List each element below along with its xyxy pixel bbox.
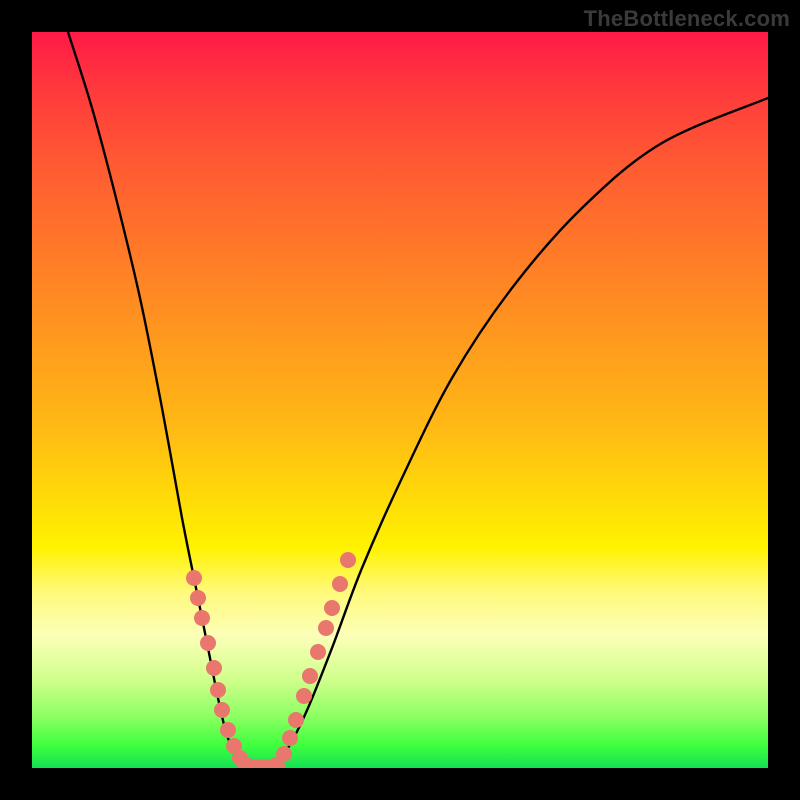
- marker-left-3: [200, 635, 216, 651]
- marker-right-3: [296, 688, 312, 704]
- marker-left-7: [220, 722, 236, 738]
- watermark-text: TheBottleneck.com: [584, 6, 790, 32]
- marker-left-1: [190, 590, 206, 606]
- marker-right-5: [310, 644, 326, 660]
- marker-right-1: [282, 730, 298, 746]
- marker-right-7: [324, 600, 340, 616]
- marker-left-4: [206, 660, 222, 676]
- marker-left-2: [194, 610, 210, 626]
- marker-left-0: [186, 570, 202, 586]
- marker-right-9: [340, 552, 356, 568]
- marker-left-5: [210, 682, 226, 698]
- series-left-branch: [68, 32, 250, 768]
- marker-right-4: [302, 668, 318, 684]
- marker-right-8: [332, 576, 348, 592]
- plot-area: [32, 32, 768, 768]
- marker-right-6: [318, 620, 334, 636]
- curve-layer: [68, 32, 768, 768]
- marker-left-6: [214, 702, 230, 718]
- series-right-branch: [272, 98, 768, 768]
- chart-svg: [32, 32, 768, 768]
- chart-frame: TheBottleneck.com: [0, 0, 800, 800]
- marker-right-2: [288, 712, 304, 728]
